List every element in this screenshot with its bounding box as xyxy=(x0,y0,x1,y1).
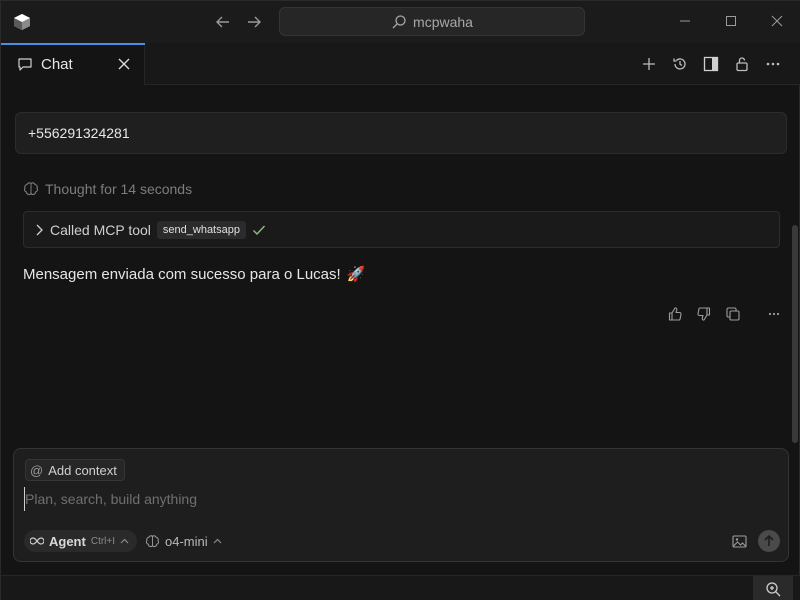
thumbs-down-icon[interactable] xyxy=(694,304,714,324)
history-icon[interactable] xyxy=(669,53,691,75)
brain-icon xyxy=(145,534,160,547)
title-bar: mcpwaha xyxy=(1,1,800,43)
agent-mode-label: Agent xyxy=(49,533,86,549)
maximize-icon[interactable] xyxy=(717,9,745,33)
close-window-icon[interactable] xyxy=(763,9,791,33)
tool-call-prefix: Called MCP tool xyxy=(50,221,151,238)
image-upload-icon[interactable] xyxy=(730,532,748,550)
more-icon[interactable] xyxy=(762,53,784,75)
thought-label: Thought for 14 seconds xyxy=(45,181,193,197)
add-context-label: Add context xyxy=(48,462,117,478)
agent-shortcut: Ctrl+I xyxy=(90,535,116,547)
search-text: mcpwaha xyxy=(413,13,473,30)
app-logo-icon[interactable] xyxy=(13,13,31,31)
plus-icon[interactable] xyxy=(638,53,660,75)
tab-bar: Chat xyxy=(1,43,800,85)
chevron-up-icon xyxy=(120,538,129,544)
minimize-icon[interactable] xyxy=(671,9,699,33)
model-selector[interactable]: o4-mini xyxy=(145,530,222,552)
command-search-box[interactable]: mcpwaha xyxy=(279,7,585,36)
close-tab-icon[interactable] xyxy=(114,54,134,74)
chevron-up-icon xyxy=(213,538,222,544)
brain-icon xyxy=(23,182,39,196)
add-context-button[interactable]: @ Add context xyxy=(25,459,125,481)
message-actions xyxy=(665,303,784,325)
arrow-left-icon[interactable] xyxy=(211,11,235,33)
arrow-up-icon xyxy=(764,535,774,546)
arrow-right-icon[interactable] xyxy=(242,11,266,33)
assistant-message-text: Mensagem enviada com sucesso para o Luca… xyxy=(23,265,341,283)
copy-icon[interactable] xyxy=(723,304,743,324)
chevron-right-icon xyxy=(36,224,43,235)
infinity-icon xyxy=(30,537,44,545)
tool-call-row[interactable]: Called MCP tool send_whatsapp xyxy=(23,211,780,248)
at-sign-icon: @ xyxy=(30,462,44,478)
status-bar xyxy=(1,575,800,600)
chat-icon xyxy=(18,58,32,71)
zoom-icon[interactable] xyxy=(753,576,793,600)
tool-name-badge: send_whatsapp xyxy=(156,220,246,239)
send-button[interactable] xyxy=(758,530,780,552)
tab-chat[interactable]: Chat xyxy=(1,43,145,85)
tab-label: Chat xyxy=(41,55,73,73)
user-message[interactable]: +556291324281 xyxy=(15,112,787,154)
thumbs-up-icon[interactable] xyxy=(665,304,685,324)
search-icon xyxy=(392,14,406,28)
checkmark-icon xyxy=(252,225,265,235)
unlock-icon[interactable] xyxy=(731,53,753,75)
chat-input[interactable] xyxy=(24,487,764,511)
agent-mode-selector[interactable]: Agent Ctrl+I xyxy=(24,530,138,552)
model-label: o4-mini xyxy=(165,533,208,549)
message-more-icon[interactable] xyxy=(764,304,784,324)
composer: @ Add context Agent Ctrl+I o4-mini xyxy=(13,448,789,562)
thought-indicator[interactable]: Thought for 14 seconds xyxy=(23,179,192,199)
assistant-message: Mensagem enviada com sucesso para o Luca… xyxy=(23,263,365,285)
rocket-emoji: 🚀 xyxy=(346,266,366,283)
app-window: mcpwaha Chat +556291324281 Thought for 1… xyxy=(0,0,800,600)
sidebar-toggle-icon[interactable] xyxy=(700,53,722,75)
chat-scrollbar-thumb[interactable] xyxy=(792,225,798,443)
